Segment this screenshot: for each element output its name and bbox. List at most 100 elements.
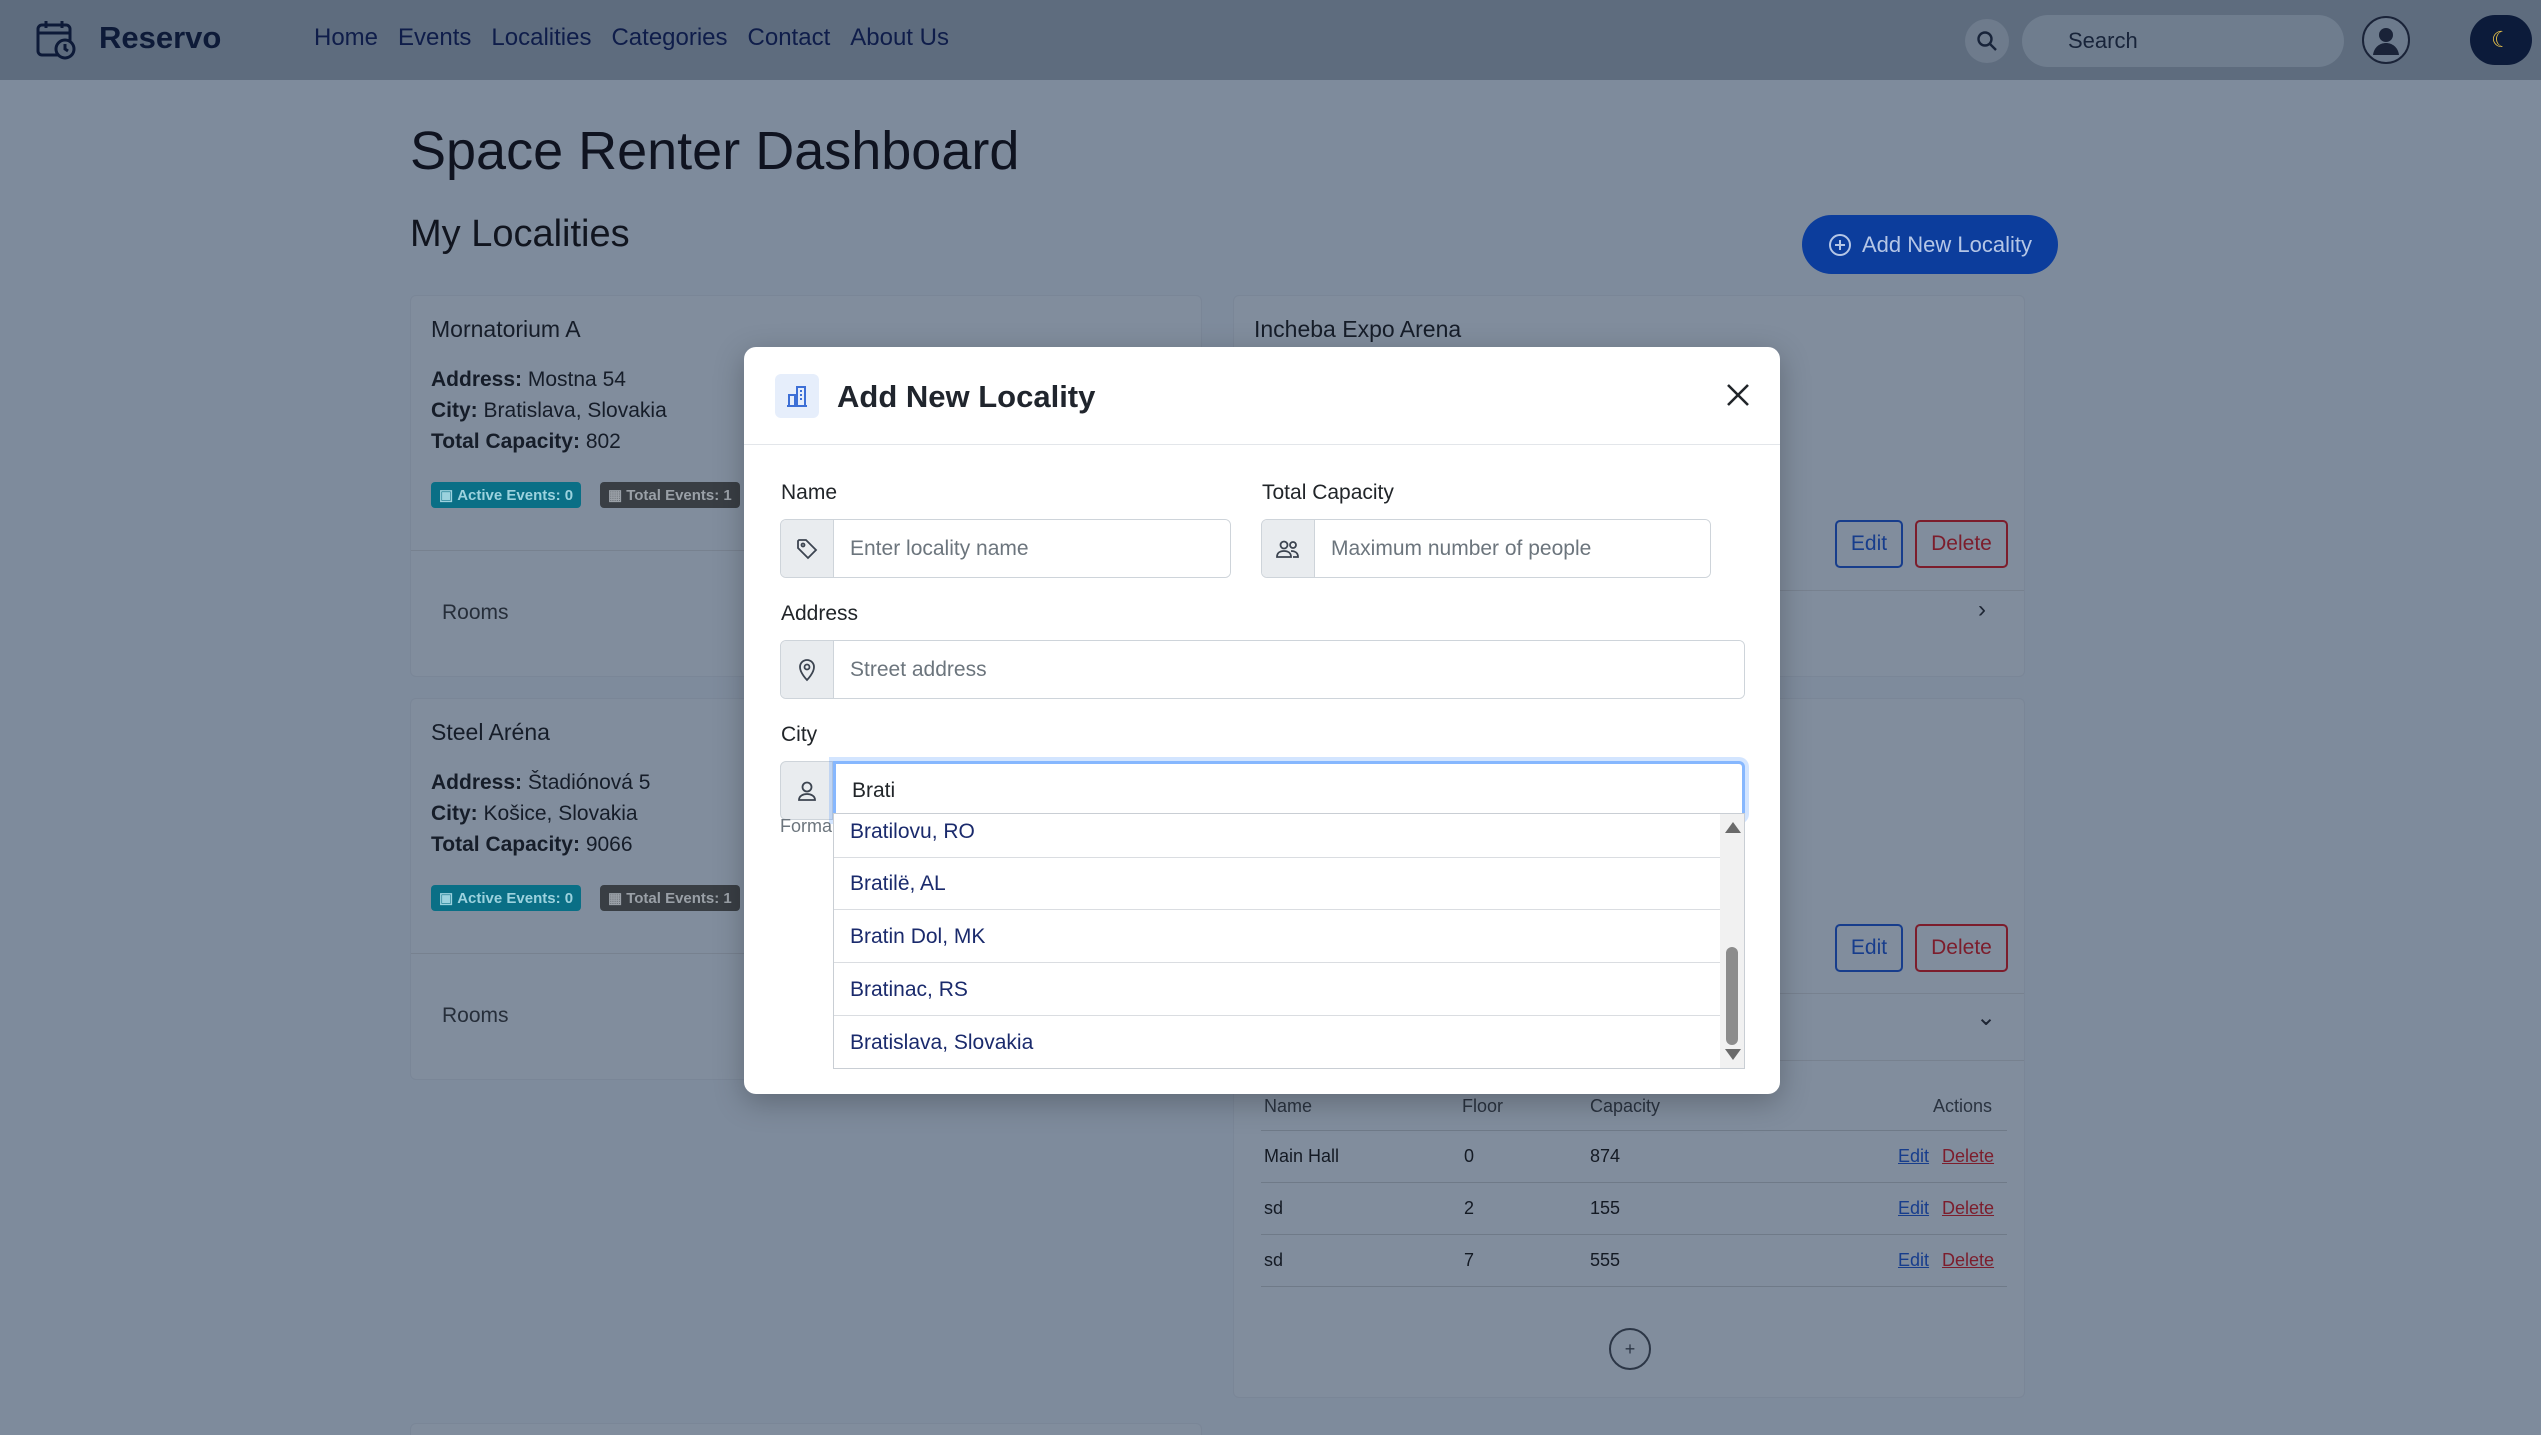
nav-about-us[interactable]: About Us (850, 24, 949, 52)
dropdown-scrollbar[interactable] (1720, 814, 1744, 1068)
add-locality-modal: Add New Locality Name Total Capacity Add… (744, 347, 1780, 1094)
table-divider (1261, 1234, 2007, 1235)
scrollbar-thumb[interactable] (1726, 947, 1738, 1045)
add-new-locality-button[interactable]: Add New Locality (1802, 215, 2058, 274)
close-icon (1727, 384, 1749, 406)
rooms-toggle[interactable]: Rooms (442, 601, 509, 625)
delete-locality-button[interactable]: Delete (1915, 520, 2008, 568)
capacity-field-group (1261, 519, 1711, 578)
city-user-icon (780, 761, 833, 820)
room-name: sd (1264, 1250, 1284, 1270)
search-icon (1977, 31, 1997, 51)
chevron-right-icon[interactable]: › (1978, 596, 1986, 624)
name-input[interactable] (834, 520, 1230, 577)
name-field-group (780, 519, 1231, 578)
search-button[interactable] (1965, 19, 2009, 63)
locality-card-5 (410, 1423, 1202, 1435)
delete-room-link[interactable]: Delete (1942, 1146, 1994, 1167)
modal-title: Add New Locality (837, 379, 1096, 414)
city-suggestion[interactable]: Bratilovu, RO (834, 814, 1720, 858)
user-avatar-button[interactable] (2362, 16, 2410, 64)
room-name: sd (1264, 1198, 1284, 1218)
locality-name: Steel Aréna (431, 719, 550, 745)
calendar-check-icon: ▣ (439, 487, 454, 504)
locality-name: Incheba Expo Arena (1254, 316, 1462, 342)
locality-capacity: Total Capacity: 802 (431, 430, 621, 453)
calendar-icon: ▦ (608, 487, 623, 504)
add-room-button[interactable]: + (1609, 1328, 1651, 1370)
edit-locality-button[interactable]: Edit (1835, 924, 1903, 972)
room-capacity: 874 (1590, 1146, 1621, 1166)
city-label: City (781, 723, 818, 746)
city-suggestion[interactable]: Bratinac, RS (834, 964, 1720, 1016)
calendar-logo-icon[interactable] (34, 18, 78, 62)
search-input[interactable]: Search (2022, 15, 2344, 67)
room-capacity: 555 (1590, 1250, 1621, 1270)
room-floor: 2 (1464, 1198, 1475, 1218)
moon-icon: ☾ (2491, 27, 2511, 52)
active-events-badge: ▣ Active Events: 0 (431, 482, 582, 508)
locality-address: Address: Mostna 54 (431, 368, 626, 391)
modal-header: Add New Locality (744, 347, 1780, 445)
city-format-hint: Forma (780, 816, 833, 836)
section-title: My Localities (410, 213, 630, 255)
locality-city: City: Bratislava, Slovakia (431, 399, 667, 422)
edit-room-link[interactable]: Edit (1898, 1146, 1929, 1167)
edit-locality-button[interactable]: Edit (1835, 520, 1903, 568)
edit-room-link[interactable]: Edit (1898, 1198, 1929, 1219)
search-placeholder: Search (2068, 28, 2138, 53)
city-input[interactable] (833, 761, 1745, 820)
scroll-down-arrow-icon[interactable] (1725, 1049, 1741, 1060)
edit-room-link[interactable]: Edit (1898, 1250, 1929, 1271)
nav-contact[interactable]: Contact (748, 24, 831, 52)
tag-icon (781, 520, 834, 577)
delete-locality-button[interactable]: Delete (1915, 924, 2008, 972)
nav-categories[interactable]: Categories (611, 24, 727, 52)
room-name: Main Hall (1264, 1146, 1340, 1166)
city-suggestion[interactable]: Bratilë, AL (834, 858, 1720, 910)
locality-city: City: Košice, Slovakia (431, 802, 638, 825)
main-nav: Home Events Localities Categories Contac… (314, 24, 949, 52)
calendar-check-icon: ▣ (439, 890, 454, 907)
nav-events[interactable]: Events (398, 24, 471, 52)
navbar: Reservo Home Events Localities Categorie… (0, 0, 2541, 80)
people-icon (1262, 520, 1315, 577)
table-header-actions: Actions (1933, 1096, 1993, 1116)
calendar-icon: ▦ (608, 890, 623, 907)
active-events-badge: ▣ Active Events: 0 (431, 885, 582, 911)
table-header-floor: Floor (1462, 1096, 1504, 1116)
chevron-down-icon[interactable]: ⌄ (1976, 1003, 1996, 1032)
locality-address: Address: Štadiónová 5 (431, 771, 651, 794)
map-pin-icon (781, 641, 834, 698)
capacity-input[interactable] (1315, 520, 1710, 577)
name-label: Name (781, 481, 838, 504)
locality-name: Mornatorium A (431, 316, 581, 342)
delete-room-link[interactable]: Delete (1942, 1250, 1994, 1271)
room-floor: 7 (1464, 1250, 1475, 1270)
room-floor: 0 (1464, 1146, 1475, 1166)
plus-circle-icon (1829, 233, 1851, 256)
rooms-toggle[interactable]: Rooms (442, 1004, 509, 1028)
building-icon (775, 374, 819, 418)
table-header-capacity: Capacity (1590, 1096, 1661, 1116)
scroll-up-arrow-icon[interactable] (1725, 822, 1741, 833)
address-field-group (780, 640, 1745, 699)
table-divider (1261, 1130, 2007, 1131)
city-field-group (780, 761, 1745, 820)
theme-toggle-button[interactable]: ☾ (2470, 15, 2532, 65)
table-header-name: Name (1264, 1096, 1313, 1116)
nav-localities[interactable]: Localities (491, 24, 591, 52)
close-button[interactable] (1720, 377, 1756, 413)
city-suggestion[interactable]: Bratislava, Slovakia (834, 1017, 1720, 1068)
address-input[interactable] (834, 641, 1744, 698)
city-suggestion[interactable]: Bratin Dol, MK (834, 911, 1720, 963)
page-title: Space Renter Dashboard (410, 121, 1020, 181)
nav-home[interactable]: Home (314, 24, 378, 52)
table-divider (1261, 1286, 2007, 1287)
brand-name[interactable]: Reservo (99, 20, 221, 56)
capacity-label: Total Capacity (1262, 481, 1394, 504)
user-icon (2373, 28, 2399, 55)
delete-room-link[interactable]: Delete (1942, 1198, 1994, 1219)
total-events-badge: ▦ Total Events: 1 (600, 885, 740, 911)
total-events-badge: ▦ Total Events: 1 (600, 482, 740, 508)
